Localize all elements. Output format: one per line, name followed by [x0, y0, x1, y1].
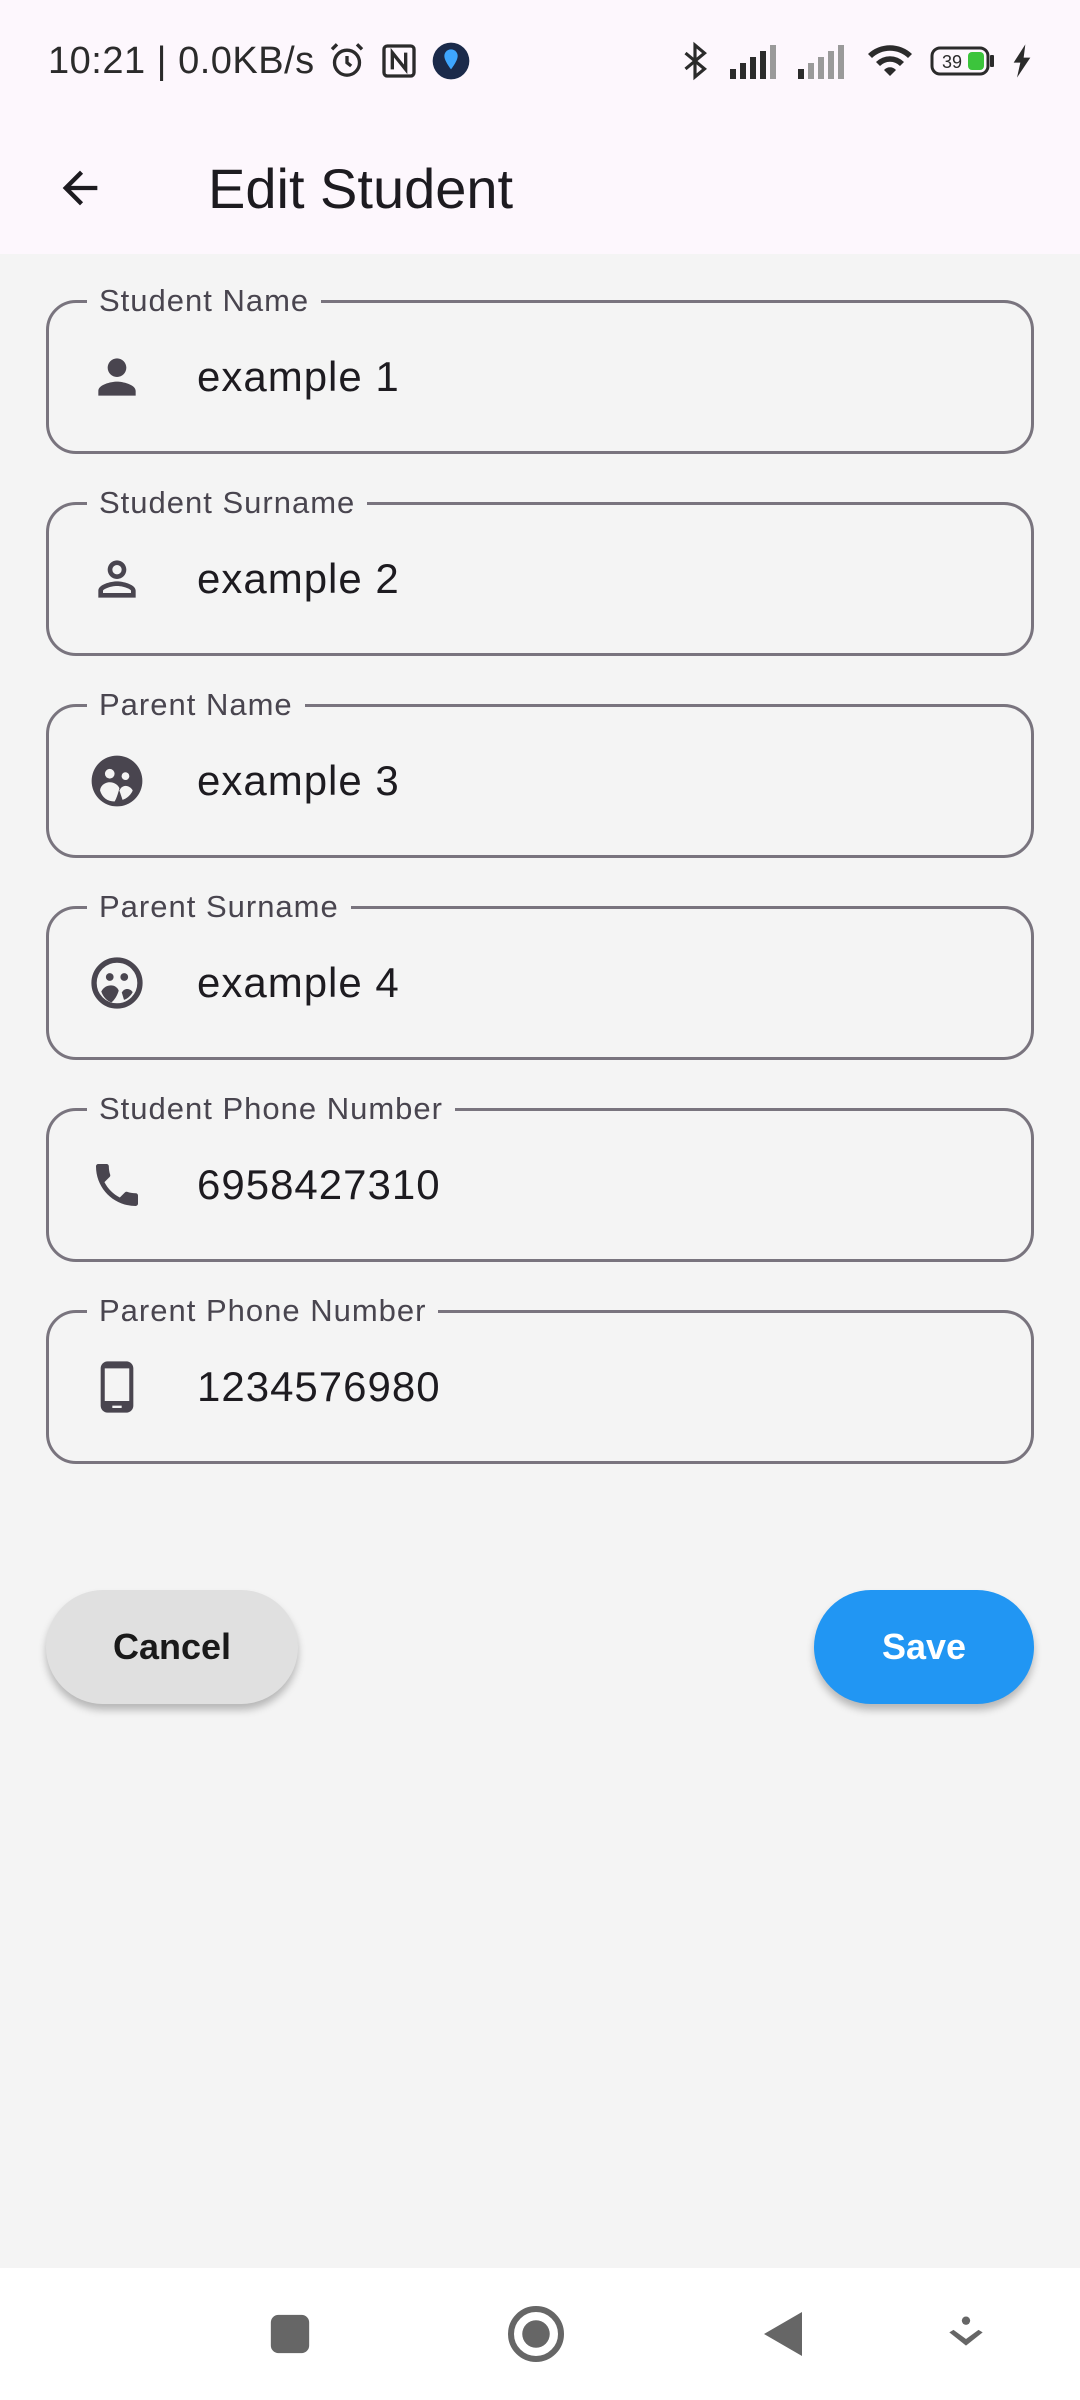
- recents-button[interactable]: [254, 2298, 326, 2370]
- student-name-input[interactable]: [197, 303, 1001, 451]
- person-icon: [87, 347, 147, 407]
- back-button[interactable]: [32, 140, 128, 236]
- signal-icon-2: [798, 43, 850, 79]
- parent-phone-field[interactable]: Parent Phone Number: [46, 1295, 1034, 1464]
- signal-icon: [730, 43, 782, 79]
- student-name-field[interactable]: Student Name: [46, 285, 1034, 454]
- student-surname-field[interactable]: Student Surname: [46, 487, 1034, 656]
- bluetooth-icon: [676, 40, 714, 82]
- arrow-back-icon: [62, 170, 98, 206]
- system-nav-bar: [0, 2268, 1080, 2400]
- parent-phone-input[interactable]: [197, 1313, 1001, 1461]
- app-bar: Edit Student: [0, 122, 1080, 254]
- battery-level: 39: [942, 52, 962, 72]
- charging-icon: [1012, 44, 1032, 78]
- page-title: Edit Student: [208, 156, 514, 220]
- recents-icon: [270, 2314, 310, 2354]
- phone-icon: [87, 1155, 147, 1215]
- student-phone-field[interactable]: Student Phone Number: [46, 1093, 1034, 1262]
- family-face-icon: [87, 751, 147, 811]
- wifi-icon: [866, 42, 914, 80]
- alarm-icon: [327, 41, 367, 81]
- smartphone-icon: [87, 1357, 147, 1417]
- student-surname-input[interactable]: [197, 505, 1001, 653]
- status-bar: 10:21 | 0.0KB/s 39: [0, 0, 1080, 122]
- parent-name-field[interactable]: Parent Name: [46, 689, 1034, 858]
- status-left: 10:21 | 0.0KB/s: [48, 40, 471, 83]
- vpn-icon: [431, 41, 471, 81]
- nfc-icon: [379, 41, 419, 81]
- nav-back-button[interactable]: [746, 2298, 818, 2370]
- save-button[interactable]: Save: [814, 1590, 1034, 1704]
- parent-surname-field[interactable]: Parent Surname: [46, 891, 1034, 1060]
- cancel-button[interactable]: Cancel: [46, 1590, 298, 1704]
- home-icon: [508, 2306, 564, 2362]
- face-outline-icon: [87, 953, 147, 1013]
- back-icon: [764, 2312, 802, 2356]
- home-button[interactable]: [500, 2298, 572, 2370]
- parent-surname-input[interactable]: [197, 909, 1001, 1057]
- student-phone-input[interactable]: [197, 1111, 1001, 1259]
- parent-name-input[interactable]: [197, 707, 1001, 855]
- status-time-speed: 10:21 | 0.0KB/s: [48, 39, 315, 82]
- battery-icon: 39: [930, 45, 996, 77]
- person-outline-icon: [87, 549, 147, 609]
- assist-icon: [949, 2316, 983, 2346]
- assist-button[interactable]: [930, 2298, 1002, 2370]
- status-right: 39: [676, 40, 1032, 82]
